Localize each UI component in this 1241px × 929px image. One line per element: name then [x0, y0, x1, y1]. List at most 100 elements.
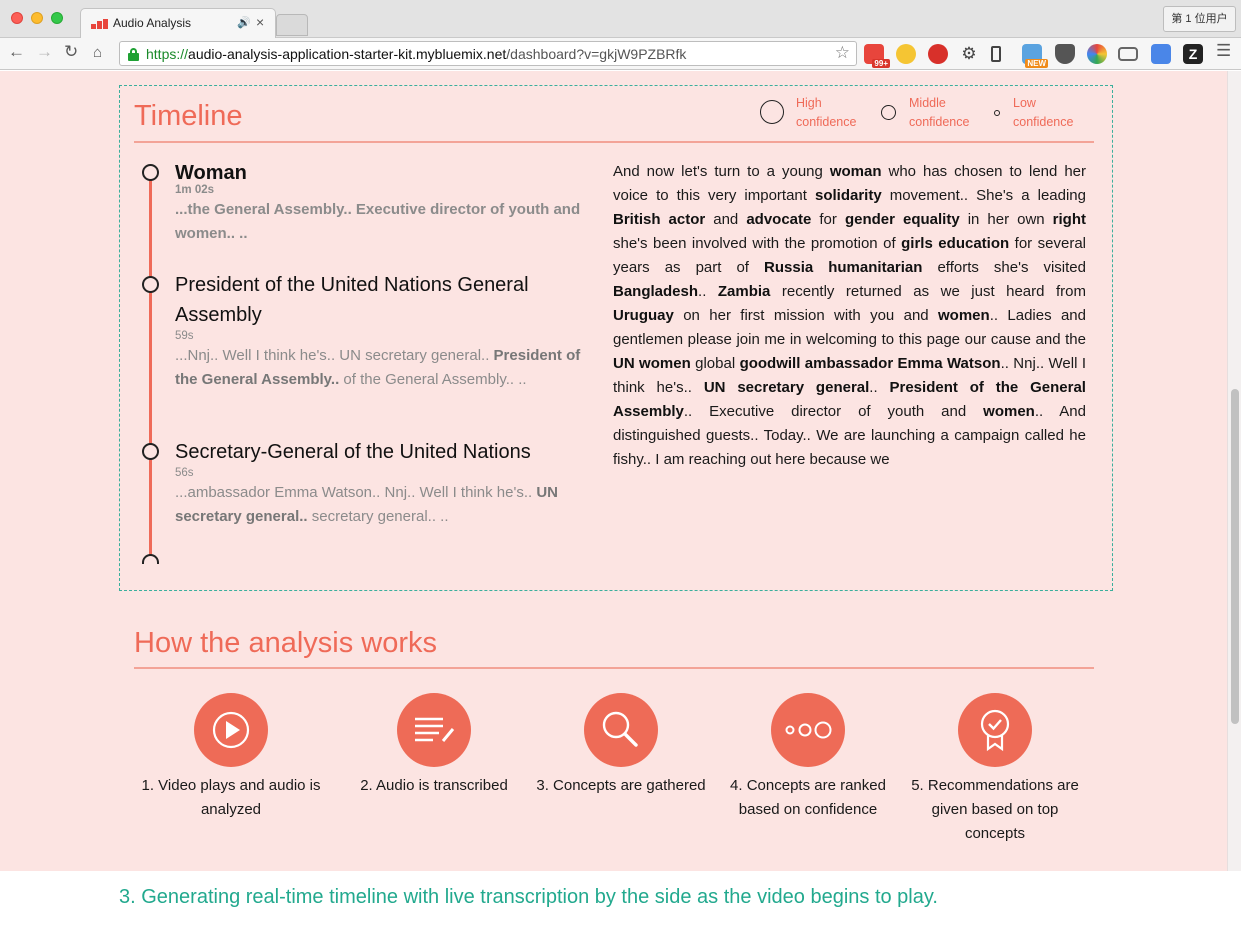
transcript-keyword: gender equality	[844, 211, 960, 228]
window-minimize-button[interactable]	[31, 12, 43, 24]
live-transcript: And now let's turn to a young woman who …	[613, 160, 1086, 472]
bookmark-star-icon[interactable]: ☆	[835, 43, 850, 63]
tab-close-icon[interactable]: ×	[256, 14, 264, 30]
app-favicon-icon	[91, 19, 109, 29]
extension-2-icon[interactable]	[896, 44, 916, 64]
zotero-icon[interactable]: Z	[1183, 44, 1203, 64]
how-it-works-title: How the analysis works	[134, 627, 437, 659]
url-text[interactable]: https://audio-analysis-application-start…	[146, 46, 686, 62]
award-badge-icon	[958, 693, 1032, 767]
cast-icon[interactable]	[1118, 47, 1138, 61]
step-label: 1. Video plays and audio is analyzed	[141, 777, 321, 818]
transcript-keyword: UN secretary general	[703, 379, 870, 396]
extension-6-icon[interactable]: NEW	[1022, 44, 1048, 68]
step-item: 1. Video plays and audio is analyzed	[136, 693, 326, 822]
scrollbar-thumb[interactable]	[1231, 389, 1239, 724]
transcript-keyword: British actor	[613, 211, 706, 228]
entry-title: President of the United Nations General …	[175, 274, 529, 326]
transcript-text: and	[705, 211, 747, 228]
step-item: 3. Concepts are gathered	[526, 693, 716, 798]
timeline-track	[149, 172, 152, 560]
forward-arrow-icon[interactable]: →	[36, 42, 53, 62]
entry-snippet: ...Nnj.. Well I think he's.. UN secretar…	[175, 347, 581, 388]
new-tab-button[interactable]	[276, 14, 308, 36]
entry-snippet: ...the General Assembly.. Executive dire…	[175, 201, 581, 242]
entry-title: Secretary-General of the United Nations	[175, 441, 531, 463]
ranked-circles-icon	[771, 693, 845, 767]
legend-middle-label: Middle confidence	[909, 96, 970, 129]
timeline-entry[interactable]: Woman 1m 02s ...the General Assembly.. E…	[175, 162, 595, 246]
speaker-icon[interactable]: 🔊	[237, 16, 251, 29]
browser-toolbar: ← → ↻ ⌂ https://audio-analysis-applicati…	[0, 38, 1241, 70]
step-item: 5. Recommendations are given based on to…	[900, 693, 1090, 846]
magnifier-icon	[584, 693, 658, 767]
transcript-keyword: Uruguay	[613, 307, 674, 324]
transcript-keyword: girls education	[901, 235, 1010, 252]
timeline-node	[142, 554, 159, 564]
transcript-text: .. Executive director of youth and	[683, 403, 984, 420]
transcript-text: she's been involved with the promotion o…	[613, 235, 902, 252]
transcript-keyword: woman	[829, 163, 882, 180]
transcript-text: for	[811, 211, 845, 228]
step-item: 2. Audio is transcribed	[339, 693, 529, 798]
timeline-title: Timeline	[134, 100, 243, 132]
transcript-keyword: goodwill ambassador Emma Watson	[739, 355, 1001, 372]
address-bar[interactable]: https://audio-analysis-application-start…	[119, 41, 857, 66]
transcript-text: on her first mission with you and	[673, 307, 939, 324]
transcript-text: ..	[698, 283, 718, 300]
low-confidence-circle-icon	[994, 110, 1000, 116]
pocket-icon[interactable]	[1055, 44, 1075, 64]
transcript-text: efforts she's visited	[922, 259, 1086, 276]
browser-tab[interactable]: Audio Analysis 🔊 ×	[80, 8, 276, 38]
transcript-text: ..	[869, 379, 890, 396]
timeline-node[interactable]	[142, 276, 159, 293]
entry-time: 1m 02s	[175, 184, 215, 196]
menu-icon[interactable]: ☰	[1216, 41, 1231, 61]
window-close-button[interactable]	[11, 12, 23, 24]
home-icon[interactable]: ⌂	[93, 44, 102, 61]
high-confidence-circle-icon	[760, 100, 784, 124]
how-it-works-steps: 1. Video plays and audio is analyzed 2. …	[134, 693, 1094, 853]
step-label: 2. Audio is transcribed	[360, 777, 508, 794]
window-zoom-button[interactable]	[51, 12, 63, 24]
back-arrow-icon[interactable]: ←	[8, 42, 25, 62]
timeline-node[interactable]	[142, 443, 159, 460]
transcript-text: recently returned as we just heard from	[770, 283, 1086, 300]
transcript-text: movement.. She's a leading	[881, 187, 1086, 204]
step-label: 3. Concepts are gathered	[536, 777, 706, 794]
transcript-keyword: women	[983, 403, 1035, 420]
how-it-works-divider	[134, 667, 1094, 669]
timeline-node[interactable]	[142, 164, 159, 181]
transcribe-icon	[397, 693, 471, 767]
timeline-entry[interactable]: President of the United Nations General …	[175, 270, 595, 392]
transcript-keyword: UN women	[613, 355, 691, 372]
entry-snippet: ...ambassador Emma Watson.. Nnj.. Well I…	[175, 484, 558, 525]
figure-caption: 3. Generating real-time timeline with li…	[119, 886, 938, 908]
extension-3-icon[interactable]	[928, 44, 948, 64]
timeline-entry[interactable]: Secretary-General of the United Nations …	[175, 437, 595, 529]
transcript-keyword: solidarity	[814, 187, 882, 204]
extension-10-icon[interactable]	[1151, 44, 1171, 64]
transcript-text: And now let's turn to a young	[613, 163, 830, 180]
step-label: 5. Recommendations are given based on to…	[911, 777, 1079, 842]
extension-phone-icon[interactable]	[991, 46, 1001, 62]
page-scrollbar[interactable]	[1227, 71, 1241, 871]
legend-high-label: High confidence	[796, 96, 857, 129]
gear-icon[interactable]: ⚙	[959, 44, 979, 64]
transcript-text: global	[690, 355, 740, 372]
step-item: 4. Concepts are ranked based on confiden…	[713, 693, 903, 822]
middle-confidence-circle-icon	[881, 105, 896, 120]
transcript-text: in her own	[959, 211, 1053, 228]
timeline-panel: Timeline High confidence Middle confidence…	[119, 85, 1113, 591]
extension-1-icon[interactable]: 99+	[864, 44, 890, 68]
step-label: 4. Concepts are ranked based on confiden…	[730, 777, 886, 818]
tab-title: Audio Analysis	[113, 16, 192, 30]
reload-icon[interactable]: ↻	[64, 42, 78, 62]
browser-tab-bar: Audio Analysis 🔊 × 第 1 位用户	[0, 0, 1241, 38]
transcript-keyword: advocate	[746, 211, 812, 228]
legend-low-label: Low confidence	[1013, 96, 1074, 129]
transcript-keyword: right	[1052, 211, 1086, 228]
profile-button[interactable]: 第 1 位用户	[1163, 6, 1236, 32]
transcript-keyword: Russia humanitarian	[764, 259, 923, 276]
color-picker-icon[interactable]	[1087, 44, 1107, 64]
